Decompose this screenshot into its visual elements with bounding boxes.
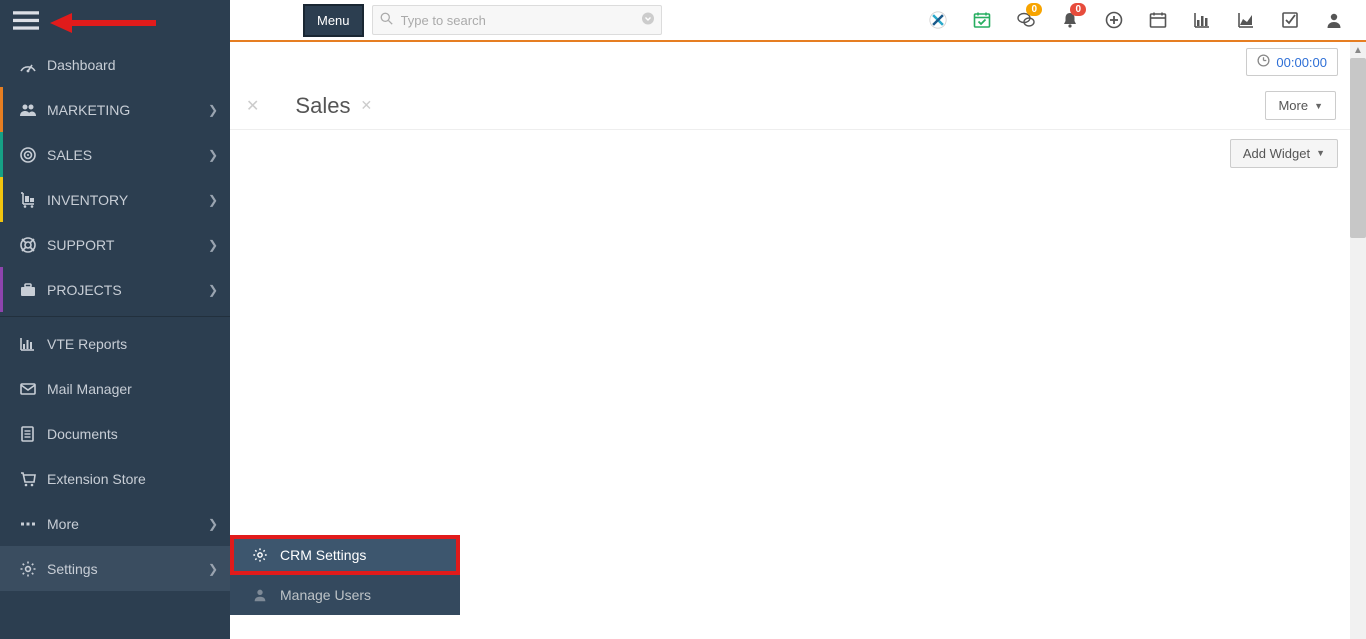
settings-submenu: CRM Settings Manage Users bbox=[230, 535, 460, 615]
submenu-item-crm-settings[interactable]: CRM Settings bbox=[230, 535, 460, 575]
bar-chart-button[interactable] bbox=[1182, 0, 1222, 41]
more-label: More bbox=[1278, 98, 1308, 113]
chat-badge: 0 bbox=[1026, 3, 1042, 16]
menu-button[interactable]: Menu bbox=[303, 4, 364, 37]
sidebar-item-dashboard[interactable]: Dashboard bbox=[0, 42, 230, 87]
sidebar-item-label: MARKETING bbox=[47, 102, 208, 118]
calendar-check-button[interactable] bbox=[962, 0, 1002, 41]
submenu-item-label: Manage Users bbox=[280, 587, 371, 603]
target-icon bbox=[17, 146, 39, 164]
sidebar-item-projects[interactable]: PROJECTS ❯ bbox=[0, 267, 230, 312]
calendar-icon bbox=[1149, 11, 1167, 29]
sidebar-item-label: Documents bbox=[47, 426, 218, 442]
ellipsis-icon bbox=[17, 515, 39, 533]
search-icon bbox=[380, 12, 393, 28]
sidebar-item-documents[interactable]: Documents bbox=[0, 411, 230, 456]
timer-value: 00:00:00 bbox=[1276, 55, 1327, 70]
vertical-scrollbar[interactable]: ▲ bbox=[1350, 42, 1366, 639]
gauge-icon bbox=[17, 56, 39, 74]
sidebar-item-label: SUPPORT bbox=[47, 237, 208, 253]
user-icon bbox=[250, 587, 270, 603]
gear-icon bbox=[250, 547, 270, 563]
bar-chart-icon bbox=[1193, 11, 1211, 29]
search-input[interactable] bbox=[372, 5, 662, 35]
sidebar-item-settings[interactable]: Settings ❯ bbox=[0, 546, 230, 591]
scroll-up-button[interactable]: ▲ bbox=[1350, 42, 1366, 58]
user-icon bbox=[1325, 11, 1343, 29]
close-prev-tab[interactable]: ✕ bbox=[238, 96, 267, 116]
tabs-bar: ✕ Sales ✕ More ▼ bbox=[230, 82, 1366, 130]
caret-down-icon: ▼ bbox=[1314, 101, 1323, 111]
chevron-right-icon: ❯ bbox=[208, 562, 218, 576]
cart-icon bbox=[17, 470, 39, 488]
notifications-button[interactable]: 0 bbox=[1050, 0, 1090, 41]
user-menu[interactable] bbox=[1314, 0, 1354, 41]
sidebar-item-extension-store[interactable]: Extension Store bbox=[0, 456, 230, 501]
sidebar-item-support[interactable]: SUPPORT ❯ bbox=[0, 222, 230, 267]
hamburger-icon bbox=[13, 10, 39, 32]
calendar-button[interactable] bbox=[1138, 0, 1178, 41]
sidebar-item-label: PROJECTS bbox=[47, 282, 208, 298]
sidebar-item-label: Extension Store bbox=[47, 471, 218, 487]
sidebar-item-more[interactable]: More ❯ bbox=[0, 501, 230, 546]
document-icon bbox=[17, 425, 39, 443]
tab-title: Sales bbox=[295, 93, 350, 119]
sidebar-item-label: SALES bbox=[47, 147, 208, 163]
sidebar-item-label: VTE Reports bbox=[47, 336, 218, 352]
users-icon bbox=[17, 101, 39, 119]
search-container bbox=[372, 5, 662, 35]
annotation-arrow bbox=[50, 10, 158, 36]
sidebar-item-label: Dashboard bbox=[47, 57, 218, 73]
chevron-right-icon: ❯ bbox=[208, 283, 218, 297]
bar-chart-icon bbox=[17, 335, 39, 353]
search-dropdown-toggle[interactable] bbox=[642, 13, 654, 28]
plus-circle-icon bbox=[1105, 11, 1123, 29]
logo-icon bbox=[926, 8, 950, 32]
chevron-right-icon: ❯ bbox=[208, 517, 218, 531]
close-current-tab[interactable]: ✕ bbox=[360, 97, 372, 114]
add-widget-button[interactable]: Add Widget ▼ bbox=[1230, 139, 1338, 168]
sidebar-item-label: INVENTORY bbox=[47, 192, 208, 208]
scroll-thumb[interactable] bbox=[1350, 58, 1366, 238]
timer-button[interactable]: 00:00:00 bbox=[1246, 48, 1338, 76]
chat-button[interactable]: 0 bbox=[1006, 0, 1046, 41]
calendar-check-icon bbox=[973, 11, 991, 29]
area-chart-icon bbox=[1237, 11, 1255, 29]
sidebar-item-marketing[interactable]: MARKETING ❯ bbox=[0, 87, 230, 132]
caret-down-icon: ▼ bbox=[1316, 148, 1325, 158]
checklist-button[interactable] bbox=[1270, 0, 1310, 41]
sidebar-item-inventory[interactable]: INVENTORY ❯ bbox=[0, 177, 230, 222]
area-chart-button[interactable] bbox=[1226, 0, 1266, 41]
submenu-item-manage-users[interactable]: Manage Users bbox=[230, 575, 460, 615]
notifications-badge: 0 bbox=[1070, 3, 1086, 16]
sidebar-item-label: More bbox=[47, 516, 208, 532]
trolley-icon bbox=[17, 191, 39, 209]
sidebar-item-mail-manager[interactable]: Mail Manager bbox=[0, 366, 230, 411]
brand-logo[interactable] bbox=[918, 0, 958, 41]
submenu-item-label: CRM Settings bbox=[280, 547, 366, 563]
lifebuoy-icon bbox=[17, 236, 39, 254]
sidebar: Dashboard MARKETING ❯ SALES ❯ INVENTORY … bbox=[0, 0, 230, 639]
hamburger-menu-button[interactable] bbox=[5, 0, 47, 42]
briefcase-icon bbox=[17, 281, 39, 299]
sidebar-item-sales[interactable]: SALES ❯ bbox=[0, 132, 230, 177]
chevron-right-icon: ❯ bbox=[208, 148, 218, 162]
sidebar-item-label: Mail Manager bbox=[47, 381, 218, 397]
sidebar-item-vte-reports[interactable]: VTE Reports bbox=[0, 321, 230, 366]
more-dropdown[interactable]: More ▼ bbox=[1265, 91, 1336, 120]
envelope-icon bbox=[17, 380, 39, 398]
chevron-right-icon: ❯ bbox=[208, 193, 218, 207]
topbar-icons: 0 0 bbox=[918, 0, 1354, 41]
chevron-right-icon: ❯ bbox=[208, 238, 218, 252]
sidebar-item-label: Settings bbox=[47, 561, 208, 577]
add-button[interactable] bbox=[1094, 0, 1134, 41]
chevron-right-icon: ❯ bbox=[208, 103, 218, 117]
clock-icon bbox=[1257, 54, 1270, 70]
gear-icon bbox=[17, 560, 39, 578]
add-widget-label: Add Widget bbox=[1243, 146, 1310, 161]
checkbox-icon bbox=[1281, 11, 1299, 29]
